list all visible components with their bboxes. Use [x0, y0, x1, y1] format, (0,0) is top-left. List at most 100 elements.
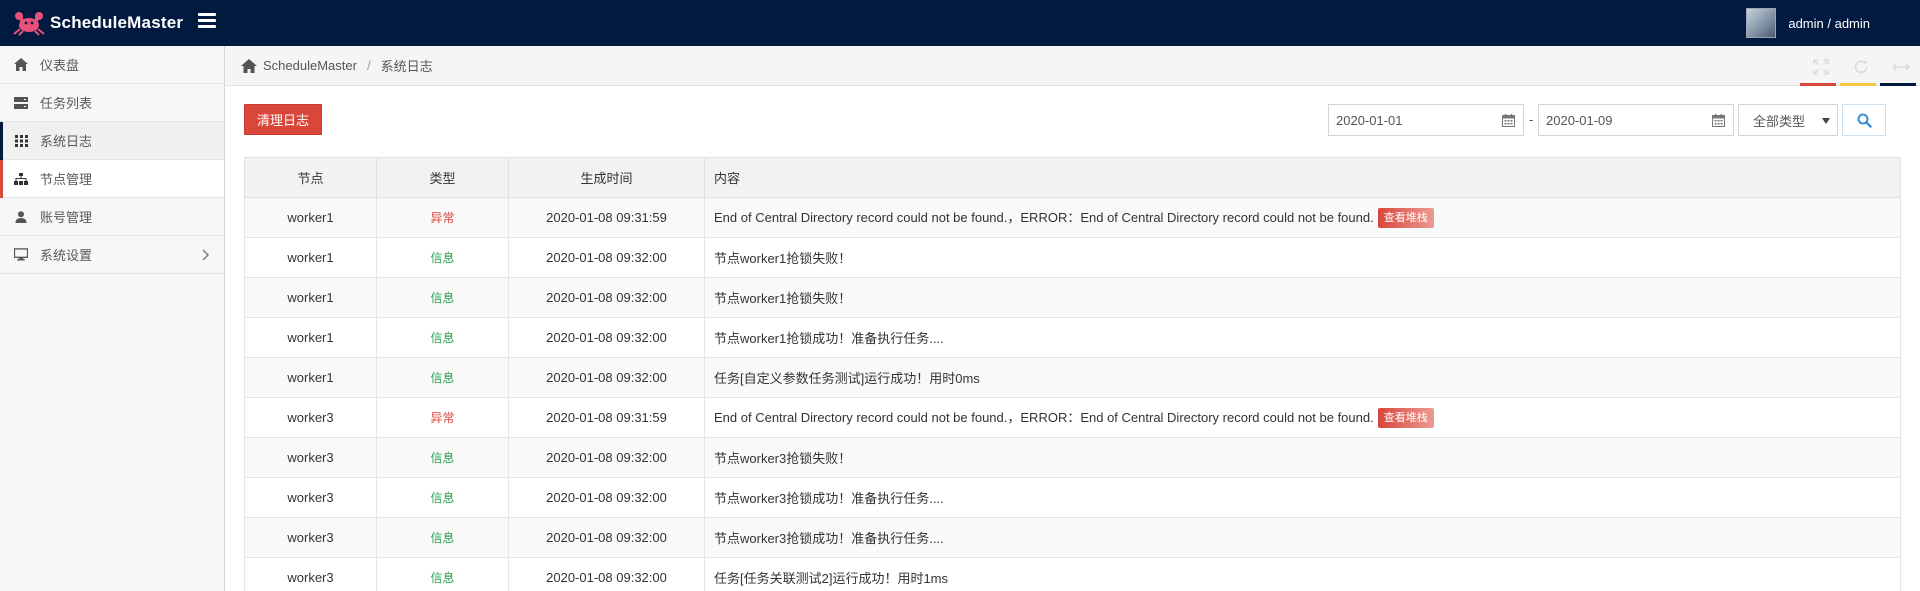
log-message: 节点worker3抢锁成功！准备执行任务.... — [714, 531, 944, 546]
cell-time: 2020-01-08 09:31:59 — [508, 397, 705, 438]
cell-content: End of Central Directory record could no… — [704, 197, 1901, 238]
cell-time: 2020-01-08 09:32:00 — [508, 357, 705, 398]
column-header-time[interactable]: 生成时间 — [508, 157, 705, 198]
sidebar-item-system-log[interactable]: 系统日志 — [0, 122, 224, 160]
log-type-select[interactable]: 全部类型 — [1738, 104, 1838, 136]
top-navbar: ScheduleMaster admin / admin — [0, 0, 1920, 46]
end-date-input[interactable]: 2020-01-09 — [1538, 104, 1734, 136]
log-message: 任务[自定义参数任务测试]运行成功！用时0ms — [714, 371, 980, 386]
refresh-icon[interactable] — [1851, 58, 1871, 76]
type-badge: 异常 — [430, 411, 455, 425]
sidebar-item-label: 仪表盘 — [40, 58, 80, 73]
home-icon — [14, 58, 28, 72]
sidebar-item-label: 任务列表 — [40, 96, 93, 111]
breadcrumb-current: 系统日志 — [380, 59, 433, 74]
cell-node: worker3 — [244, 397, 377, 438]
cell-type: 信息 — [376, 437, 509, 478]
main-content: 清理日志 2020-01-01 - 2020-01-09 全部类型 节点 类型 — [225, 86, 1920, 591]
cell-node: worker1 — [244, 237, 377, 278]
table-row: worker3 信息 2020-01-08 09:32:00 节点worker3抢锁成… — [244, 517, 1901, 558]
cell-content: 节点worker3抢锁成功！准备执行任务.... — [704, 477, 1901, 518]
type-badge: 信息 — [430, 331, 455, 345]
fullscreen-icon[interactable] — [1811, 58, 1831, 76]
sidebar-item-settings[interactable]: 系统设置 — [0, 236, 224, 274]
cell-type: 异常 — [376, 397, 509, 438]
cell-node: worker1 — [244, 277, 377, 318]
log-message: 节点worker1抢锁成功！准备执行任务.... — [714, 331, 944, 346]
menu-toggle-icon[interactable] — [198, 13, 216, 31]
brand-name: ScheduleMaster — [50, 13, 184, 32]
table-row: worker3 信息 2020-01-08 09:32:00 任务[任务关联测试2]运… — [244, 557, 1901, 591]
breadcrumb-root-link[interactable]: ScheduleMaster — [263, 58, 357, 73]
user-icon — [14, 210, 28, 224]
user-menu[interactable]: admin / admin — [1746, 8, 1870, 38]
column-header-content[interactable]: 内容 — [704, 157, 1901, 198]
collapse-horizontal-icon[interactable] — [1891, 58, 1911, 76]
calendar-icon — [1712, 114, 1725, 127]
cell-time: 2020-01-08 09:32:00 — [508, 237, 705, 278]
sidebar-item-dashboard[interactable]: 仪表盘 — [0, 46, 224, 84]
server-icon — [14, 96, 28, 110]
table-row: worker1 信息 2020-01-08 09:32:00 任务[自定义参数任务测试… — [244, 357, 1901, 398]
log-table-container: 节点 类型 生成时间 内容 worker1 异常 2020-01-08 09:31:… — [244, 157, 1901, 591]
table-row: worker1 信息 2020-01-08 09:32:00 节点worker1抢锁失… — [244, 237, 1901, 278]
cell-content: 节点worker1抢锁成功！准备执行任务.... — [704, 317, 1901, 358]
search-button[interactable] — [1842, 104, 1886, 136]
log-message: 任务[任务关联测试2]运行成功！用时1ms — [714, 571, 949, 586]
cell-content: 任务[自定义参数任务测试]运行成功！用时0ms — [704, 357, 1901, 398]
sidebar-item-label: 系统日志 — [40, 134, 93, 149]
start-date-value: 2020-01-01 — [1336, 112, 1403, 128]
clear-log-button[interactable]: 清理日志 — [244, 104, 322, 135]
cell-content: 节点worker1抢锁失败！ — [704, 277, 1901, 318]
cell-node: worker3 — [244, 517, 377, 558]
cell-type: 信息 — [376, 557, 509, 591]
cell-type: 信息 — [376, 357, 509, 398]
table-row: worker1 信息 2020-01-08 09:32:00 节点worker1抢锁成… — [244, 317, 1901, 358]
table-row: worker3 信息 2020-01-08 09:32:00 节点worker3抢锁成… — [244, 477, 1901, 518]
cell-content: 节点worker1抢锁失败！ — [704, 237, 1901, 278]
cell-node: worker1 — [244, 197, 377, 238]
view-stack-button[interactable]: 查看堆栈 — [1377, 208, 1434, 229]
cell-type: 信息 — [376, 317, 509, 358]
type-badge: 信息 — [430, 371, 455, 385]
cell-content: 任务[任务关联测试2]运行成功！用时1ms — [704, 557, 1901, 591]
table-header-row: 节点 类型 生成时间 内容 — [244, 157, 1901, 198]
sidebar: 仪表盘 任务列表 系统日志 节点管理 账号管理 系统设置 — [0, 46, 225, 591]
start-date-input[interactable]: 2020-01-01 — [1328, 104, 1524, 136]
cell-node: worker1 — [244, 317, 377, 358]
cell-node: worker3 — [244, 477, 377, 518]
cell-content: 节点worker3抢锁成功！准备执行任务.... — [704, 517, 1901, 558]
cell-type: 信息 — [376, 477, 509, 518]
column-header-type[interactable]: 类型 — [376, 157, 509, 198]
avatar[interactable] — [1746, 8, 1777, 38]
cell-node: worker3 — [244, 557, 377, 591]
cell-time: 2020-01-08 09:32:00 — [508, 437, 705, 478]
table-row: worker1 异常 2020-01-08 09:31:59 End of Centr… — [244, 197, 1901, 238]
grid-icon — [14, 134, 28, 148]
chevron-right-icon — [202, 249, 209, 261]
view-stack-button[interactable]: 查看堆栈 — [1377, 408, 1434, 429]
calendar-icon — [1502, 114, 1515, 127]
cell-node: worker3 — [244, 437, 377, 478]
cell-type: 信息 — [376, 277, 509, 318]
sidebar-item-tasks[interactable]: 任务列表 — [0, 84, 224, 122]
sidebar-item-nodes[interactable]: 节点管理 — [0, 160, 224, 198]
cell-time: 2020-01-08 09:32:00 — [508, 277, 705, 318]
type-badge: 信息 — [430, 531, 455, 545]
log-message: End of Central Directory record could no… — [714, 409, 1374, 425]
type-badge: 信息 — [430, 571, 455, 585]
column-header-node[interactable]: 节点 — [244, 157, 377, 198]
user-name: admin / admin — [1788, 15, 1870, 31]
cell-content: End of Central Directory record could no… — [704, 397, 1901, 438]
cell-time: 2020-01-08 09:32:00 — [508, 517, 705, 558]
date-range-dash: - — [1529, 112, 1534, 127]
sidebar-item-accounts[interactable]: 账号管理 — [0, 198, 224, 236]
log-message: 节点worker1抢锁失败！ — [714, 251, 852, 266]
type-badge: 信息 — [430, 251, 455, 265]
log-type-selected: 全部类型 — [1753, 113, 1806, 129]
caret-down-icon — [1822, 118, 1830, 124]
type-badge: 信息 — [430, 491, 455, 505]
cell-time: 2020-01-08 09:32:00 — [508, 477, 705, 518]
brand-logo[interactable]: ScheduleMaster — [12, 9, 183, 37]
cell-time: 2020-01-08 09:31:59 — [508, 197, 705, 238]
